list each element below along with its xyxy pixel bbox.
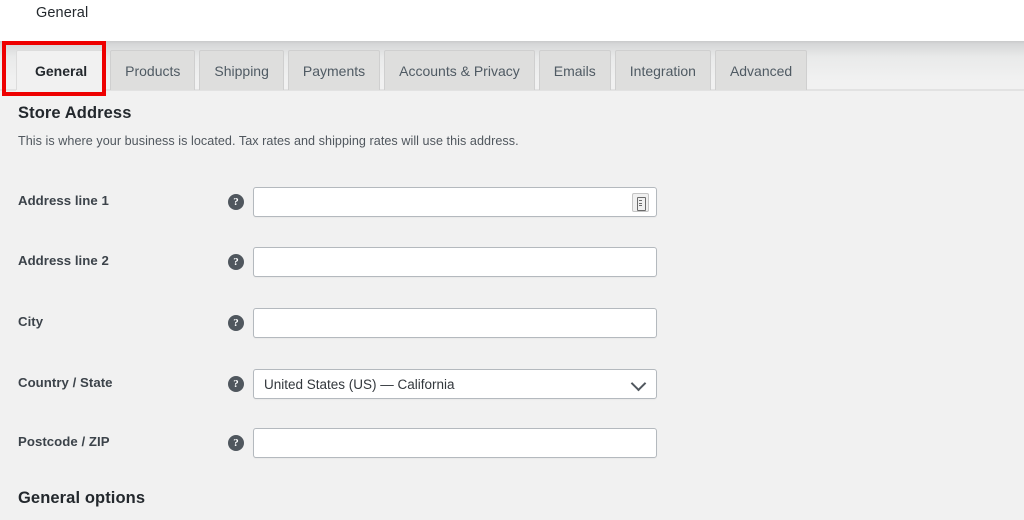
store-address-heading: Store Address <box>18 104 132 122</box>
tab-label: Emails <box>553 62 596 79</box>
tab-products[interactable]: Products <box>110 50 196 90</box>
form-row-address-line-1: Address line 1? <box>0 187 700 217</box>
general-options-heading: General options <box>18 489 146 507</box>
address-line-1-label: Address line 1 <box>18 193 109 208</box>
tab-advanced[interactable]: Advanced <box>714 50 808 90</box>
form-row-city: City? <box>0 308 700 338</box>
tab-accounts-privacy[interactable]: Accounts & Privacy <box>384 50 535 90</box>
help-icon[interactable]: ? <box>228 254 244 270</box>
tab-payments[interactable]: Payments <box>287 50 381 90</box>
settings-tab-bar: General Products Shipping Payments Accounts … <box>0 41 1024 91</box>
tab-label: Advanced <box>729 62 793 79</box>
help-icon[interactable]: ? <box>228 435 244 451</box>
autofill-key-icon[interactable] <box>632 193 649 212</box>
city-input[interactable] <box>253 308 657 338</box>
tab-emails[interactable]: Emails <box>538 50 611 90</box>
postcode-zip-label: Postcode / ZIP <box>18 434 110 449</box>
tab-label: Integration <box>629 62 696 79</box>
tab-label: Shipping <box>214 62 269 79</box>
page-title: General <box>36 5 89 21</box>
postcode-zip-input[interactable] <box>253 428 657 458</box>
form-row-country-state: Country / State? United States (US) — Cal… <box>0 369 700 399</box>
tab-label: Payments <box>302 62 366 79</box>
country-state-select[interactable]: United States (US) — California <box>253 369 657 399</box>
form-row-address-line-2: Address line 2? <box>0 247 700 277</box>
tab-label: Products <box>125 62 181 79</box>
tab-label: General <box>35 62 88 79</box>
form-row-postcode-zip: Postcode / ZIP? <box>0 428 700 458</box>
address-line-1-input[interactable] <box>253 187 657 217</box>
tab-integration[interactable]: Integration <box>614 50 711 90</box>
page-header: General <box>0 0 1024 41</box>
help-icon[interactable]: ? <box>228 194 244 210</box>
tab-shipping[interactable]: Shipping <box>199 50 284 90</box>
help-icon[interactable]: ? <box>228 376 244 392</box>
address-line-2-input[interactable] <box>253 247 657 277</box>
help-icon[interactable]: ? <box>228 315 244 331</box>
address-line-2-label: Address line 2 <box>18 253 109 268</box>
tab-label: Accounts & Privacy <box>399 62 520 79</box>
country-state-label: Country / State <box>18 375 113 390</box>
city-label: City <box>18 314 44 329</box>
tab-general[interactable]: General <box>16 50 107 90</box>
tab-list: General Products Shipping Payments Accounts … <box>16 50 808 91</box>
settings-content: Store Address This is where your busines… <box>0 91 1024 520</box>
store-address-description: This is where your business is located. … <box>18 134 519 148</box>
